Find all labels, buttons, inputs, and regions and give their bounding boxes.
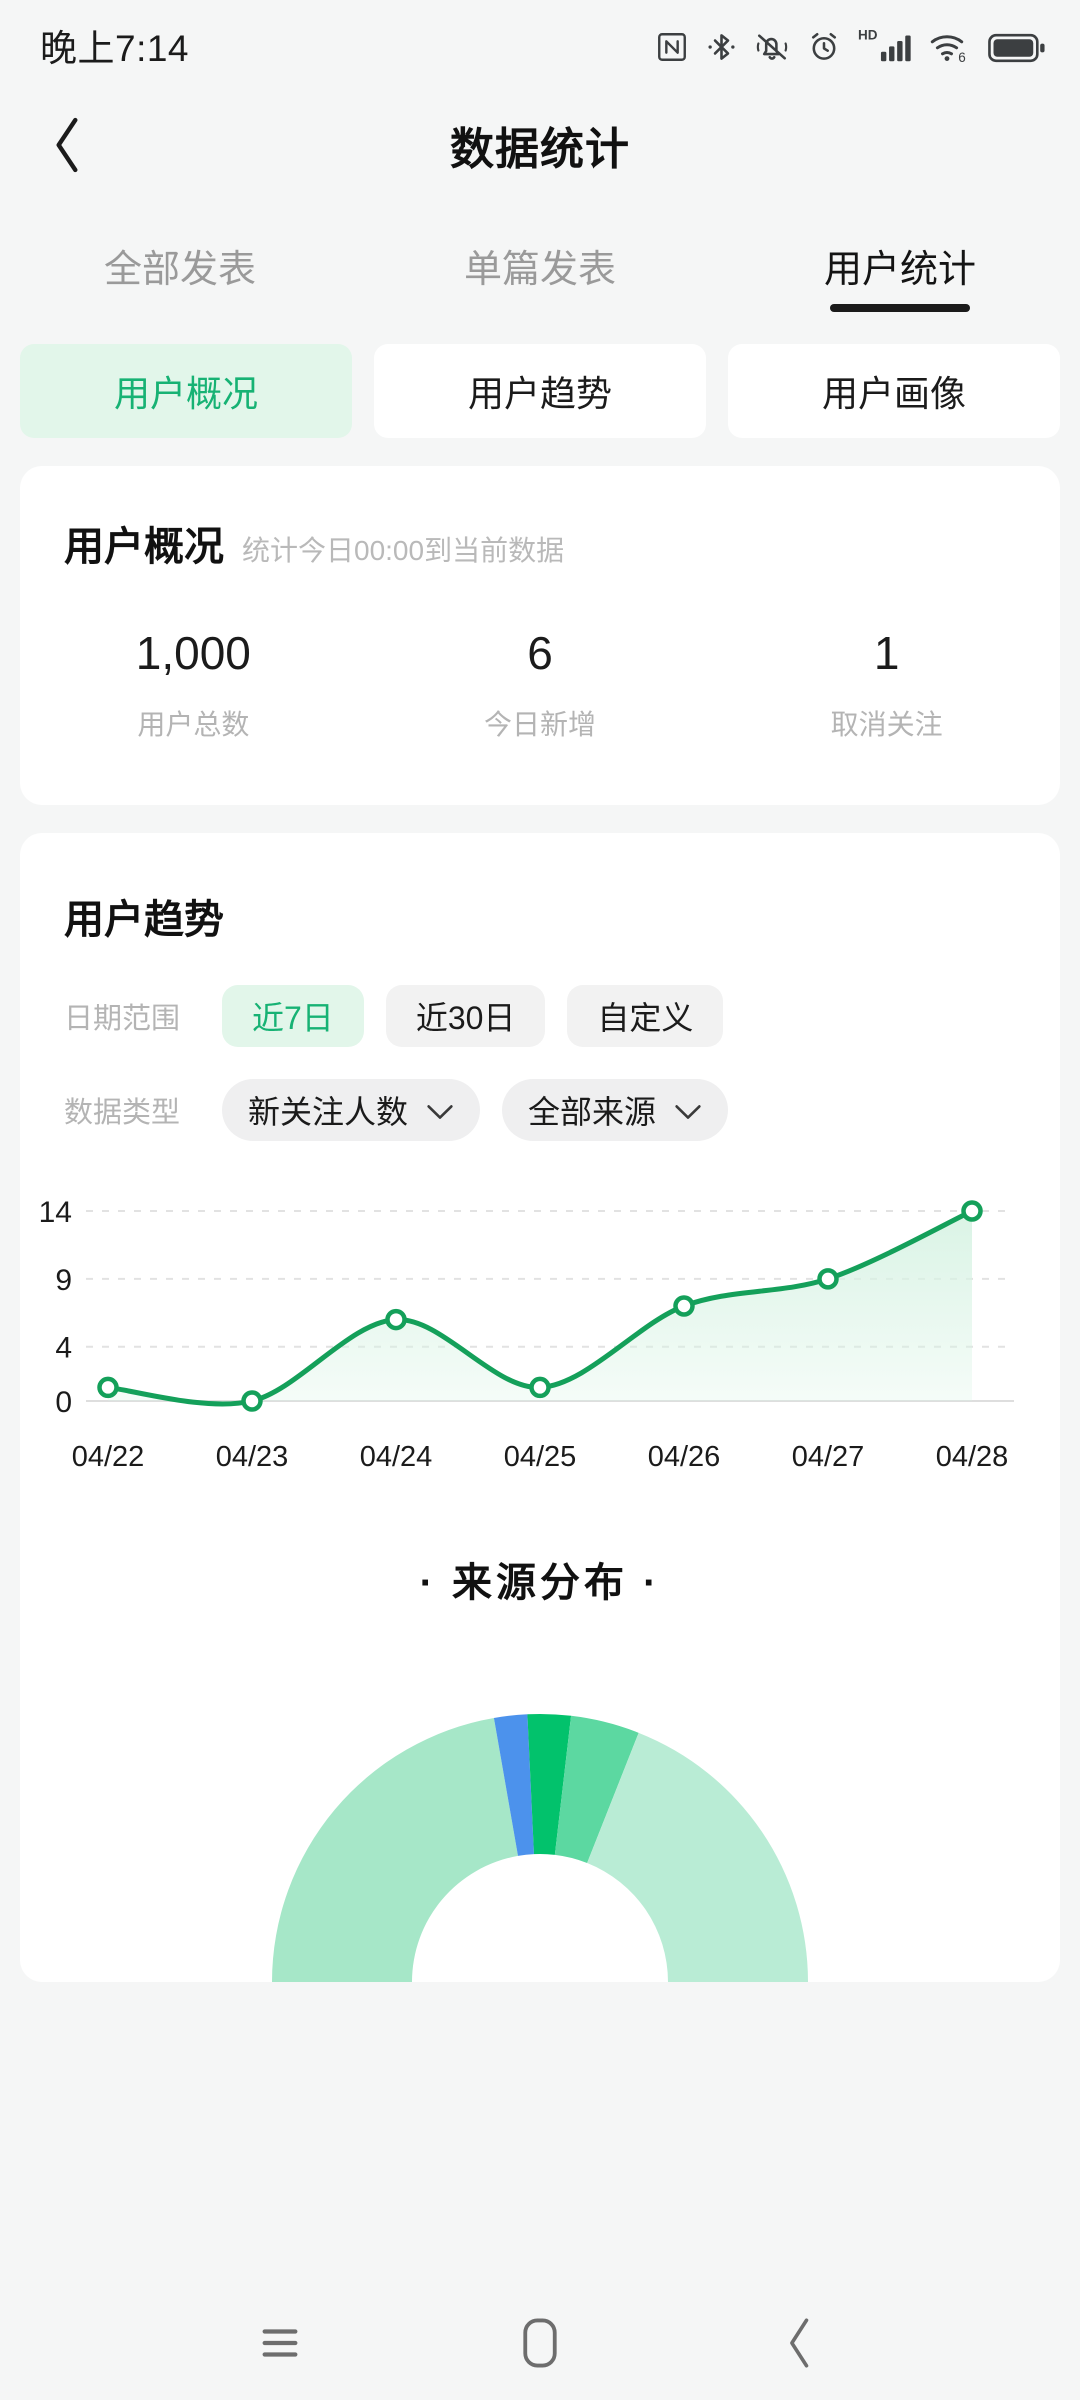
home-icon: [520, 2317, 560, 2374]
chart-data-point[interactable]: [961, 1200, 983, 1222]
chart-x-axis: 04/22 04/23 04/24 04/25 04/26 04/27 04/2…: [20, 1441, 1060, 1474]
stat-value: 1,000: [135, 627, 251, 679]
battery-icon: [988, 32, 1046, 64]
subtab-label: 用户画像: [821, 373, 966, 414]
overview-stat-row: 1,000 用户总数 6 今日新增 1 取消关注: [20, 572, 1060, 805]
svg-text:6: 6: [958, 50, 966, 64]
back-button[interactable]: [32, 110, 102, 180]
chart-data-point[interactable]: [673, 1295, 695, 1317]
bluetooth-icon: [706, 30, 737, 64]
chip-label: 近7日: [252, 1000, 334, 1037]
x-tick-label: 04/25: [503, 1441, 577, 1474]
trend-title: 用户趋势: [64, 898, 224, 943]
date-range-7d[interactable]: 近7日: [222, 985, 364, 1048]
wifi6-icon: 6: [929, 28, 971, 64]
stat-label: 用户总数: [137, 709, 250, 741]
chart-data-point[interactable]: [529, 1376, 551, 1399]
alarm-icon: [807, 30, 841, 64]
user-overview-card: 用户概况 统计今日00:00到当前数据 1,000 用户总数 6 今日新增 1 …: [20, 466, 1060, 806]
user-trend-card: 用户趋势 日期范围 近7日 近30日 自定义 数据类型 新关注人数 全部来源 0…: [20, 833, 1060, 1983]
status-time: 晚上7:14: [40, 28, 190, 69]
status-icon-group: HD 6: [655, 26, 1046, 64]
x-tick-label: 04/28: [935, 1441, 1009, 1474]
source-distribution-chart: [20, 1652, 1060, 1983]
back-button-nav[interactable]: [755, 2300, 845, 2390]
page-title: 数据统计: [450, 125, 630, 174]
chart-area-fill: [108, 1211, 972, 1405]
sub-tab-bar: 用户概况 用户趋势 用户画像: [0, 330, 1080, 438]
tab-label: 用户统计: [823, 248, 976, 291]
chart-data-point[interactable]: [817, 1268, 839, 1290]
overview-subtitle: 统计今日00:00到当前数据: [242, 535, 565, 566]
x-tick-label: 04/24: [359, 1441, 433, 1474]
phone-screen: 晚上7:14 HD 6 数据统计 全部发表 单篇发表 用户统计 用户概况 用户趋…: [0, 0, 1080, 2400]
user-trend-chart: 0 4 9 14: [20, 1197, 1060, 1437]
stat-new-today: 6 今日新增: [367, 626, 714, 743]
tab-user-stats[interactable]: 用户统计: [720, 200, 1080, 330]
stat-label: 今日新增: [484, 709, 597, 741]
date-range-label: 日期范围: [64, 1003, 181, 1036]
subtab-label: 用户趋势: [467, 373, 612, 414]
subtab-user-trend[interactable]: 用户趋势: [374, 344, 706, 438]
data-type-row: 数据类型 新关注人数 全部来源: [20, 1047, 1060, 1142]
donut-segment[interactable]: [272, 1718, 518, 1983]
mute-vibrate-icon: [754, 30, 790, 64]
x-tick-label: 04/23: [215, 1441, 289, 1474]
date-range-custom[interactable]: 自定义: [567, 985, 724, 1048]
active-tab-indicator: [830, 304, 970, 312]
chevron-down-icon: [674, 1092, 702, 1129]
android-nav-bar: [0, 2290, 1080, 2400]
chart-data-point[interactable]: [97, 1376, 119, 1399]
chip-label: 自定义: [597, 1000, 694, 1037]
data-type-label: 数据类型: [64, 1097, 181, 1130]
stat-unfollowed: 1 取消关注: [713, 626, 1060, 743]
svg-text:HD: HD: [858, 28, 878, 43]
x-tick-label: 04/26: [647, 1441, 721, 1474]
y-tick-label: 4: [55, 1332, 72, 1365]
select-value: 新关注人数: [248, 1094, 409, 1131]
source-select[interactable]: 全部来源: [502, 1079, 729, 1142]
donut-chart-svg: [272, 1714, 808, 1983]
stat-value: 1: [873, 627, 900, 679]
y-tick-label: 14: [39, 1197, 72, 1229]
status-bar: 晚上7:14 HD 6: [0, 0, 1080, 90]
main-tab-bar: 全部发表 单篇发表 用户统计: [0, 200, 1080, 330]
stat-total-users: 1,000 用户总数: [20, 626, 367, 743]
source-distribution-title: · 来源分布 ·: [419, 1561, 661, 1606]
home-button[interactable]: [495, 2300, 585, 2390]
y-tick-label: 0: [55, 1386, 72, 1419]
recents-button[interactable]: [235, 2300, 325, 2390]
hd-signal-icon: HD: [858, 26, 912, 64]
x-tick-label: 04/22: [71, 1441, 145, 1474]
subtab-user-portrait[interactable]: 用户画像: [728, 344, 1060, 438]
tab-all-posts[interactable]: 全部发表: [0, 200, 360, 330]
subtab-user-overview[interactable]: 用户概况: [20, 344, 352, 438]
date-range-30d[interactable]: 近30日: [385, 985, 546, 1048]
date-range-row: 日期范围 近7日 近30日 自定义: [20, 945, 1060, 1048]
tab-single-post[interactable]: 单篇发表: [360, 200, 720, 330]
data-type-select[interactable]: 新关注人数: [222, 1079, 481, 1142]
overview-title: 用户概况: [64, 525, 224, 569]
nfc-icon: [655, 30, 689, 64]
overview-header: 用户概况 统计今日00:00到当前数据: [20, 466, 1060, 572]
chart-data-point[interactable]: [385, 1309, 407, 1331]
chip-label: 近30日: [415, 1000, 516, 1037]
subtab-label: 用户概况: [113, 373, 258, 414]
stat-value: 6: [527, 627, 553, 679]
chevron-down-icon: [426, 1092, 454, 1129]
menu-icon: [257, 2323, 303, 2368]
tab-label: 全部发表: [103, 248, 256, 291]
line-chart-svg: 0 4 9 14: [39, 1197, 1014, 1419]
stat-label: 取消关注: [830, 709, 943, 741]
chart-data-point[interactable]: [241, 1390, 263, 1412]
y-tick-label: 9: [55, 1264, 72, 1297]
x-tick-label: 04/27: [791, 1441, 865, 1474]
select-value: 全部来源: [528, 1094, 657, 1131]
back-chevron-icon: [785, 2317, 815, 2374]
tab-label: 单篇发表: [463, 248, 616, 291]
app-header: 数据统计: [0, 90, 1080, 200]
